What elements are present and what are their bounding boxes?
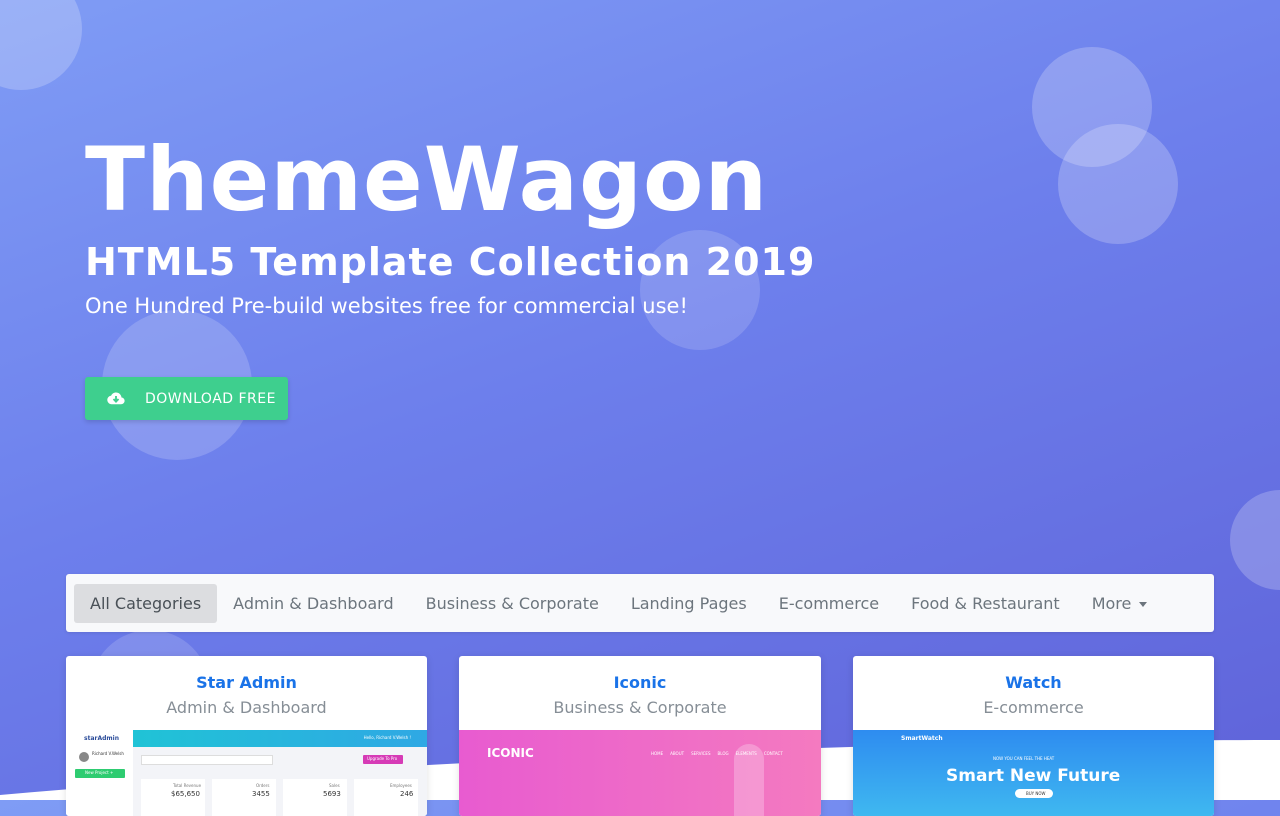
- category-landing-pages[interactable]: Landing Pages: [615, 584, 763, 623]
- thumb-hello: Hello, Richard V.Welsh !: [363, 735, 411, 740]
- card-thumbnail[interactable]: starAdmin Richard V.Welsh New Project + …: [66, 730, 427, 816]
- thumb-buy-label: BUY NOW: [1026, 791, 1046, 796]
- thumb-buy-button: BUY NOW: [1015, 789, 1053, 798]
- thumb-kicker: NOW YOU CAN FEEL THE HEAT: [993, 756, 1055, 761]
- hero-subtitle: HTML5 Template Collection 2019: [85, 240, 816, 284]
- card-thumbnail[interactable]: SmartWatch NOW YOU CAN FEEL THE HEAT Sma…: [853, 730, 1214, 816]
- decor-bubble: [1230, 490, 1280, 590]
- thumb-topbar: Hello, Richard V.Welsh !: [133, 730, 427, 747]
- thumb-stat-card: Employees 246: [354, 779, 418, 816]
- thumb-logo: ICONIC: [487, 746, 534, 760]
- card-thumbnail[interactable]: ICONIC HOME ABOUT SERVICES BLOG ELEMENTS…: [459, 730, 821, 816]
- thumb-stat-label: Total Revenue: [173, 783, 202, 788]
- thumb-stat-value: $65,650: [171, 790, 200, 798]
- hero-tagline: One Hundred Pre-build websites free for …: [85, 294, 688, 318]
- hero: ThemeWagon HTML5 Template Collection 201…: [85, 128, 816, 319]
- card-title[interactable]: Iconic: [459, 673, 821, 692]
- thumb-headline: Smart New Future: [946, 766, 1121, 786]
- thumb-nav-item: ABOUT: [670, 751, 685, 756]
- thumb-search: [141, 755, 273, 765]
- thumb-stat-label: Employees: [390, 783, 412, 788]
- thumb-stat-value: 5693: [323, 790, 341, 798]
- category-more-label: More: [1091, 593, 1132, 613]
- template-card-watch[interactable]: Watch E-commerce SmartWatch NOW YOU CAN …: [853, 656, 1214, 816]
- thumb-nav-item: BLOG: [717, 751, 729, 756]
- thumb-stat-card: Orders 3455: [212, 779, 276, 816]
- card-category: Admin & Dashboard: [166, 698, 327, 717]
- category-food-restaurant[interactable]: Food & Restaurant: [895, 584, 1076, 623]
- thumb-nav-item: HOME: [651, 751, 664, 756]
- category-ecommerce[interactable]: E-commerce: [763, 584, 895, 623]
- thumb-stat-value: 3455: [252, 790, 270, 798]
- category-more-dropdown[interactable]: More: [1076, 584, 1164, 623]
- thumb-stat-value: 246: [400, 790, 414, 798]
- download-free-label: DOWNLOAD FREE: [145, 390, 276, 407]
- thumb-upgrade-label: Upgrade To Pro: [367, 756, 398, 761]
- template-card-star-admin[interactable]: Star Admin Admin & Dashboard starAdmin R…: [66, 656, 427, 816]
- thumb-stat-card: Total Revenue $65,650: [141, 779, 205, 816]
- card-title[interactable]: Watch: [853, 673, 1214, 692]
- card-category: E-commerce: [983, 698, 1084, 717]
- chevron-down-icon: [1139, 601, 1148, 607]
- category-admin-dashboard[interactable]: Admin & Dashboard: [217, 584, 409, 623]
- card-title[interactable]: Star Admin: [66, 673, 427, 692]
- thumb-upgrade: Upgrade To Pro: [363, 755, 403, 764]
- thumb-nav-item: CONTACT: [763, 751, 783, 756]
- thumb-stat-card: Sales 5693: [283, 779, 347, 816]
- thumb-sidebar: starAdmin Richard V.Welsh New Project +: [66, 730, 133, 816]
- thumb-new-project-label: New Project +: [85, 770, 114, 775]
- card-category: Business & Corporate: [553, 698, 727, 717]
- decor-bubble: [0, 0, 82, 90]
- category-all[interactable]: All Categories: [74, 583, 218, 623]
- thumb-logo: starAdmin: [84, 735, 119, 742]
- template-card-iconic[interactable]: Iconic Business & Corporate ICONIC HOME …: [459, 656, 821, 816]
- thumb-main: Upgrade To Pro Total Revenue $65,650 Ord…: [133, 747, 427, 816]
- download-free-button[interactable]: DOWNLOAD FREE: [85, 377, 288, 420]
- category-business-corporate[interactable]: Business & Corporate: [410, 584, 615, 623]
- thumb-stat-label: Sales: [329, 783, 340, 788]
- category-filter-bar: All Categories Admin & Dashboard Busines…: [66, 574, 1214, 632]
- thumb-avatar: [79, 752, 89, 762]
- thumb-new-project: New Project +: [75, 769, 125, 778]
- thumb-photo-figure: [734, 744, 764, 816]
- thumb-stat-label: Orders: [256, 783, 270, 788]
- thumb-username: Richard V.Welsh: [92, 751, 124, 756]
- decor-bubble: [1058, 124, 1178, 244]
- hero-brand: ThemeWagon: [85, 128, 769, 231]
- thumb-logo: SmartWatch: [901, 735, 943, 742]
- cloud-download-icon: [107, 392, 125, 404]
- thumb-nav-item: SERVICES: [691, 751, 711, 756]
